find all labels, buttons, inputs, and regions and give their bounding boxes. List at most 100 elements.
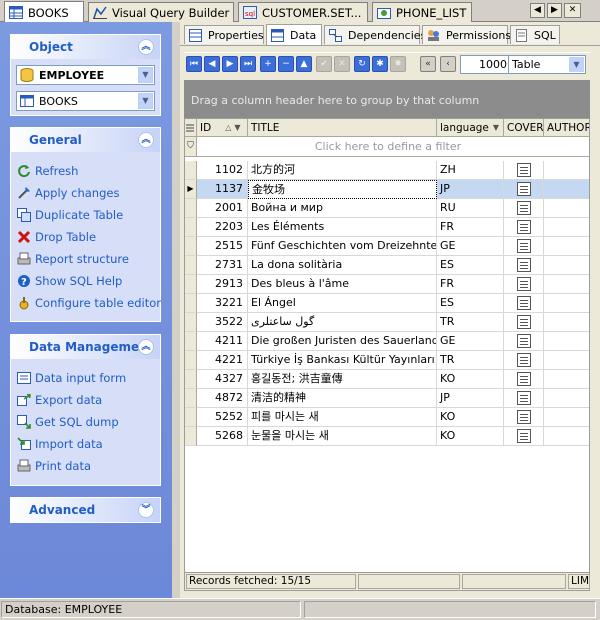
cell-cover[interactable] — [504, 180, 544, 199]
row-indicator[interactable] — [185, 332, 197, 351]
table-row[interactable]: 5252 피를 마시는 새 KO — [185, 408, 589, 427]
cell-cover[interactable] — [504, 199, 544, 218]
row-indicator[interactable] — [185, 427, 197, 446]
row-indicator[interactable] — [185, 256, 197, 275]
cell-title[interactable]: El Ángel — [248, 294, 437, 313]
cell-id[interactable]: 2731 — [197, 256, 248, 275]
table-row[interactable]: 4327 홍길동전; 洪吉童傳 KO — [185, 370, 589, 389]
row-indicator[interactable] — [185, 237, 197, 256]
cell-id[interactable]: 1137 — [197, 180, 248, 199]
cell-id[interactable]: 5268 — [197, 427, 248, 446]
column-header-title[interactable]: TITLE — [248, 119, 437, 137]
cell-author[interactable] — [544, 275, 589, 294]
column-header-author[interactable]: AUTHOR_ — [544, 119, 589, 137]
edit-record-icon[interactable]: ▲ — [296, 56, 312, 72]
cell-language[interactable]: KO — [437, 370, 504, 389]
row-indicator[interactable] — [185, 275, 197, 294]
filter-row[interactable]: ⛉ Click here to define a filter — [185, 137, 589, 157]
cell-language[interactable]: KO — [437, 408, 504, 427]
get-sql-dump-link[interactable]: Get SQL dump — [11, 411, 160, 433]
table-row[interactable]: 4221 Türkiye İş Bankası Kültür Yayınları T… — [185, 351, 589, 370]
set-bookmark-icon[interactable]: ✱ — [372, 56, 388, 72]
previous-icon[interactable]: ‹ — [440, 56, 456, 72]
column-header-id[interactable]: ID △ ▼ — [197, 119, 248, 137]
doc-tab-visual-query-builder[interactable]: Visual Query Builder — [88, 2, 234, 22]
filter-dropdown-icon[interactable]: ▼ — [493, 123, 499, 132]
cell-author[interactable] — [544, 332, 589, 351]
row-indicator[interactable] — [185, 370, 197, 389]
row-indicator[interactable] — [185, 389, 197, 408]
print-data-link[interactable]: Print data — [11, 455, 160, 477]
cell-language[interactable]: JP — [437, 180, 504, 199]
cell-title[interactable]: 피를 마시는 새 — [248, 408, 437, 427]
column-header-language[interactable]: language ▼ — [437, 119, 504, 137]
cell-title[interactable]: Война и мир — [248, 199, 437, 218]
rewind-icon[interactable]: « — [420, 56, 436, 72]
table-select[interactable]: BOOKS ▼ — [16, 91, 155, 111]
cell-language[interactable]: KO — [437, 427, 504, 446]
row-indicator[interactable] — [185, 161, 197, 180]
row-indicator[interactable] — [185, 351, 197, 370]
data-input-form-link[interactable]: Data input form — [11, 367, 160, 389]
table-row[interactable]: 3221 El Ángel ES — [185, 294, 589, 313]
duplicate-table-link[interactable]: Duplicate Table — [11, 204, 160, 226]
view-mode-select[interactable]: Table ▼ — [508, 55, 586, 74]
apply-changes-link[interactable]: Apply changes — [11, 182, 160, 204]
cell-id[interactable]: 2001 — [197, 199, 248, 218]
cell-language[interactable]: JP — [437, 389, 504, 408]
cell-language[interactable]: RU — [437, 199, 504, 218]
cell-cover[interactable] — [504, 218, 544, 237]
chevron-down-icon[interactable]: ▼ — [138, 67, 153, 83]
record-count-input[interactable]: 1000 — [460, 55, 510, 74]
table-row[interactable]: 2203 Les Éléments FR — [185, 218, 589, 237]
tab-data[interactable]: Data — [266, 24, 322, 45]
cell-id[interactable]: 3221 — [197, 294, 248, 313]
cell-title[interactable]: La dona solitària — [248, 256, 437, 275]
doc-tab-customer-set[interactable]: sql CUSTOMER.SET... — [238, 2, 368, 22]
row-indicator[interactable]: ▶ — [185, 180, 197, 199]
show-sql-help-link[interactable]: ? Show SQL Help — [11, 270, 160, 292]
tab-permissions[interactable]: Permissions — [422, 25, 511, 44]
object-group-header[interactable]: Object ︽ — [11, 35, 160, 59]
last-record-icon[interactable]: ⏭ — [240, 56, 256, 72]
report-structure-link[interactable]: Report structure — [11, 248, 160, 270]
table-row[interactable]: 2515 Fünf Geschichten vom Dreizehnten GE — [185, 237, 589, 256]
cell-language[interactable]: TR — [437, 313, 504, 332]
cell-language[interactable]: FR — [437, 218, 504, 237]
cell-author[interactable] — [544, 218, 589, 237]
cell-cover[interactable] — [504, 313, 544, 332]
cell-author[interactable] — [544, 294, 589, 313]
refresh-link[interactable]: Refresh — [11, 160, 160, 182]
cell-id[interactable]: 2913 — [197, 275, 248, 294]
panel-splitter[interactable] — [172, 22, 180, 598]
cell-language[interactable]: ES — [437, 294, 504, 313]
cell-language[interactable]: ZH — [437, 161, 504, 180]
cell-id[interactable]: 5252 — [197, 408, 248, 427]
cell-title[interactable]: Fünf Geschichten vom Dreizehnten — [248, 237, 437, 256]
cell-id[interactable]: 3522 — [197, 313, 248, 332]
cell-author[interactable] — [544, 408, 589, 427]
refresh-data-icon[interactable]: ↻ — [354, 56, 370, 72]
table-row[interactable]: 2731 La dona solitària ES — [185, 256, 589, 275]
tabs-scroll-left-button[interactable]: ◀ — [530, 3, 545, 18]
cell-title[interactable]: Des bleus à l'âme — [248, 275, 437, 294]
filter-dropdown-icon[interactable]: ▼ — [234, 123, 240, 132]
cell-id[interactable]: 4327 — [197, 370, 248, 389]
table-row[interactable]: 2001 Война и мир RU — [185, 199, 589, 218]
cell-cover[interactable] — [504, 389, 544, 408]
cell-author[interactable] — [544, 256, 589, 275]
tab-dependencies[interactable]: Dependencies — [324, 25, 426, 44]
cell-title[interactable]: 金牧场 — [248, 180, 437, 199]
post-edit-icon[interactable]: ✔ — [316, 56, 332, 72]
cell-language[interactable]: TR — [437, 351, 504, 370]
cell-cover[interactable] — [504, 408, 544, 427]
table-row[interactable]: ▶ 1137 金牧场 JP — [185, 180, 589, 199]
collapse-icon[interactable]: ︽ — [138, 132, 154, 148]
table-row[interactable]: 3522 گول ساعتلری TR — [185, 313, 589, 332]
insert-record-icon[interactable]: + — [260, 56, 276, 72]
prior-page-icon[interactable]: ◀ — [204, 56, 220, 72]
cell-cover[interactable] — [504, 275, 544, 294]
delete-record-icon[interactable]: − — [278, 56, 294, 72]
cell-title[interactable]: گول ساعتلری — [248, 313, 437, 332]
cell-title[interactable]: 홍길동전; 洪吉童傳 — [248, 370, 437, 389]
